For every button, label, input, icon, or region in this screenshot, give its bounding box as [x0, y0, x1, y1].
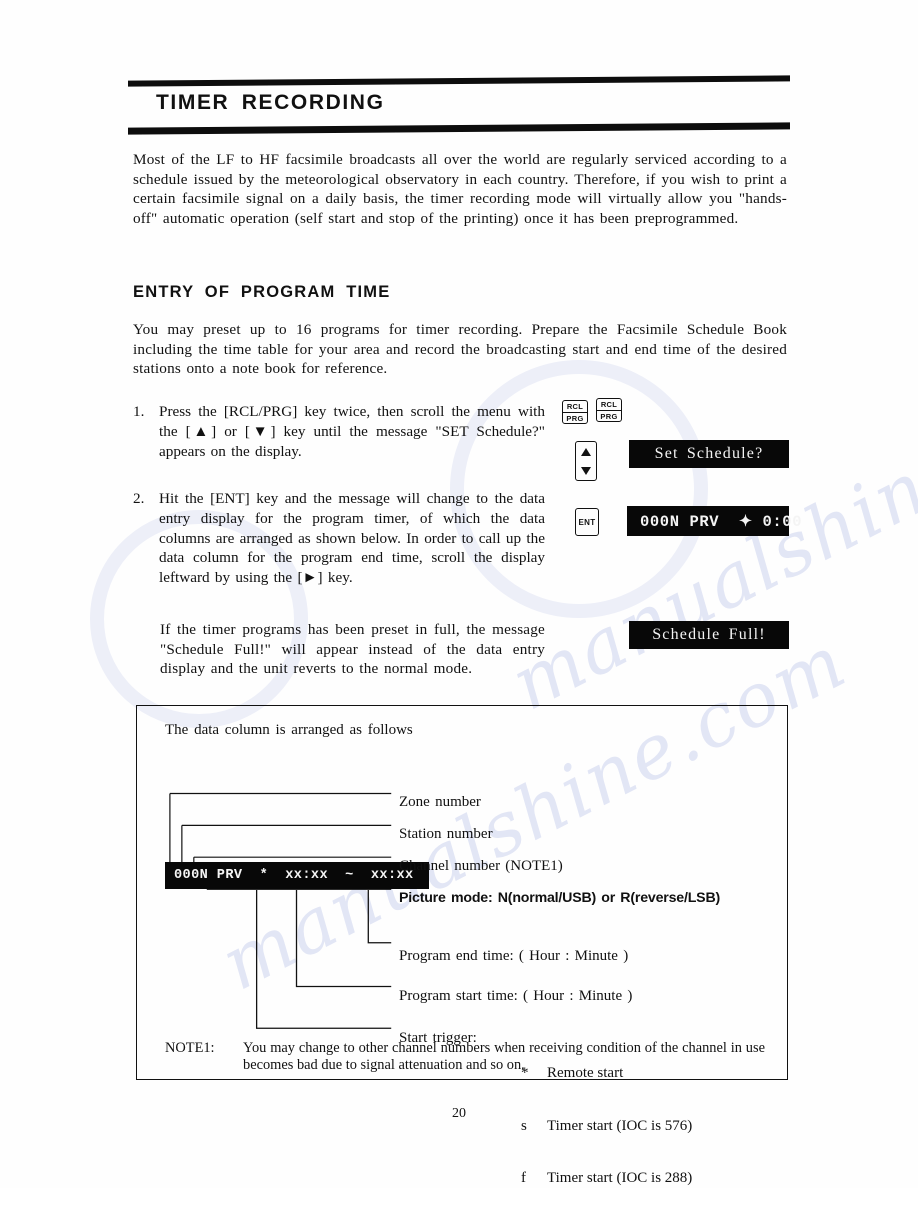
- prg-key-label: PRG: [600, 411, 618, 421]
- up-down-rocker-key[interactable]: [575, 441, 597, 481]
- step-1-number: 1.: [133, 403, 145, 420]
- step-2-number: 2.: [133, 490, 145, 507]
- chapter-heading: TIMER RECORDING: [128, 75, 790, 135]
- step-2-text: Hit the [ENT] key and the message will c…: [159, 490, 545, 587]
- rcl-prg-key-first-press[interactable]: RCL PRG: [562, 400, 588, 424]
- lcd-sample-text: 000N PRV * xx:xx ~ xx:xx: [174, 868, 414, 883]
- page-title: TIMER RECORDING: [156, 91, 385, 114]
- label-zone-number: Zone number: [399, 794, 481, 810]
- note1-block: NOTE1: You may change to other channel n…: [165, 1040, 765, 1074]
- lcd-set-schedule-text: Set Schedule?: [654, 445, 764, 462]
- data-column-diagram: The data column is arranged as follows 0…: [136, 705, 788, 1186]
- note1-tag: NOTE1:: [165, 1040, 215, 1056]
- arrow-up-icon: [581, 447, 591, 456]
- lcd-set-schedule: Set Schedule?: [630, 441, 788, 467]
- manual-page: manualshine.com manualshine.com TIMER RE…: [0, 0, 918, 1188]
- label-program-end-time: Program end time: ( Hour : Minute ): [399, 948, 629, 964]
- section-paragraph: You may preset up to 16 programs for tim…: [133, 321, 787, 378]
- intro-paragraph: Most of the LF to HF facsimile broadcast…: [133, 151, 787, 227]
- step-2: 2. Hit the [ENT] key and the message wil…: [133, 489, 545, 588]
- step-1-text: Press the [RCL/PRG] key twice, then scro…: [159, 403, 545, 460]
- prg-key-label: PRG: [566, 413, 584, 423]
- note1-text: You may change to other channel numbers …: [243, 1040, 765, 1073]
- lcd-sample-data-column: 000N PRV * xx:xx ~ xx:xx: [165, 862, 429, 889]
- label-picture-mode: Picture mode: N(normal/USB) or R(reverse…: [399, 890, 721, 906]
- trigger-description: Timer start (IOC is 288): [547, 1170, 693, 1186]
- trigger-option: f Timer start (IOC is 288): [521, 1170, 692, 1188]
- page-number: 20: [452, 1106, 466, 1121]
- step-1: 1. Press the [RCL/PRG] key twice, then s…: [133, 402, 545, 461]
- ent-key[interactable]: ENT: [575, 508, 599, 536]
- label-program-start-time: Program start time: ( Hour : Minute ): [399, 988, 633, 1004]
- arrow-down-icon: [581, 466, 591, 475]
- lcd-data-entry: 000N PRV ✦ 0:00: [628, 507, 802, 535]
- lcd-data-entry-text: 000N PRV ✦ 0:00: [640, 512, 803, 531]
- rcl-key-label: RCL: [563, 401, 587, 413]
- rcl-key-label: RCL: [597, 399, 621, 411]
- trigger-symbol: f: [521, 1170, 526, 1186]
- section-heading: ENTRY OF PROGRAM TIME: [133, 283, 391, 301]
- lcd-schedule-full: Schedule Full!: [630, 622, 788, 648]
- label-channel-number: Channel number (NOTE1): [399, 858, 563, 874]
- rcl-prg-key-second-press[interactable]: RCL PRG: [596, 398, 622, 422]
- lcd-schedule-full-text: Schedule Full!: [652, 626, 766, 643]
- schedule-full-paragraph: If the timer programs has been preset in…: [160, 621, 545, 678]
- label-station-number: Station number: [399, 826, 493, 842]
- heading-rule-bottom: [128, 122, 790, 135]
- ent-key-label: ENT: [578, 517, 596, 527]
